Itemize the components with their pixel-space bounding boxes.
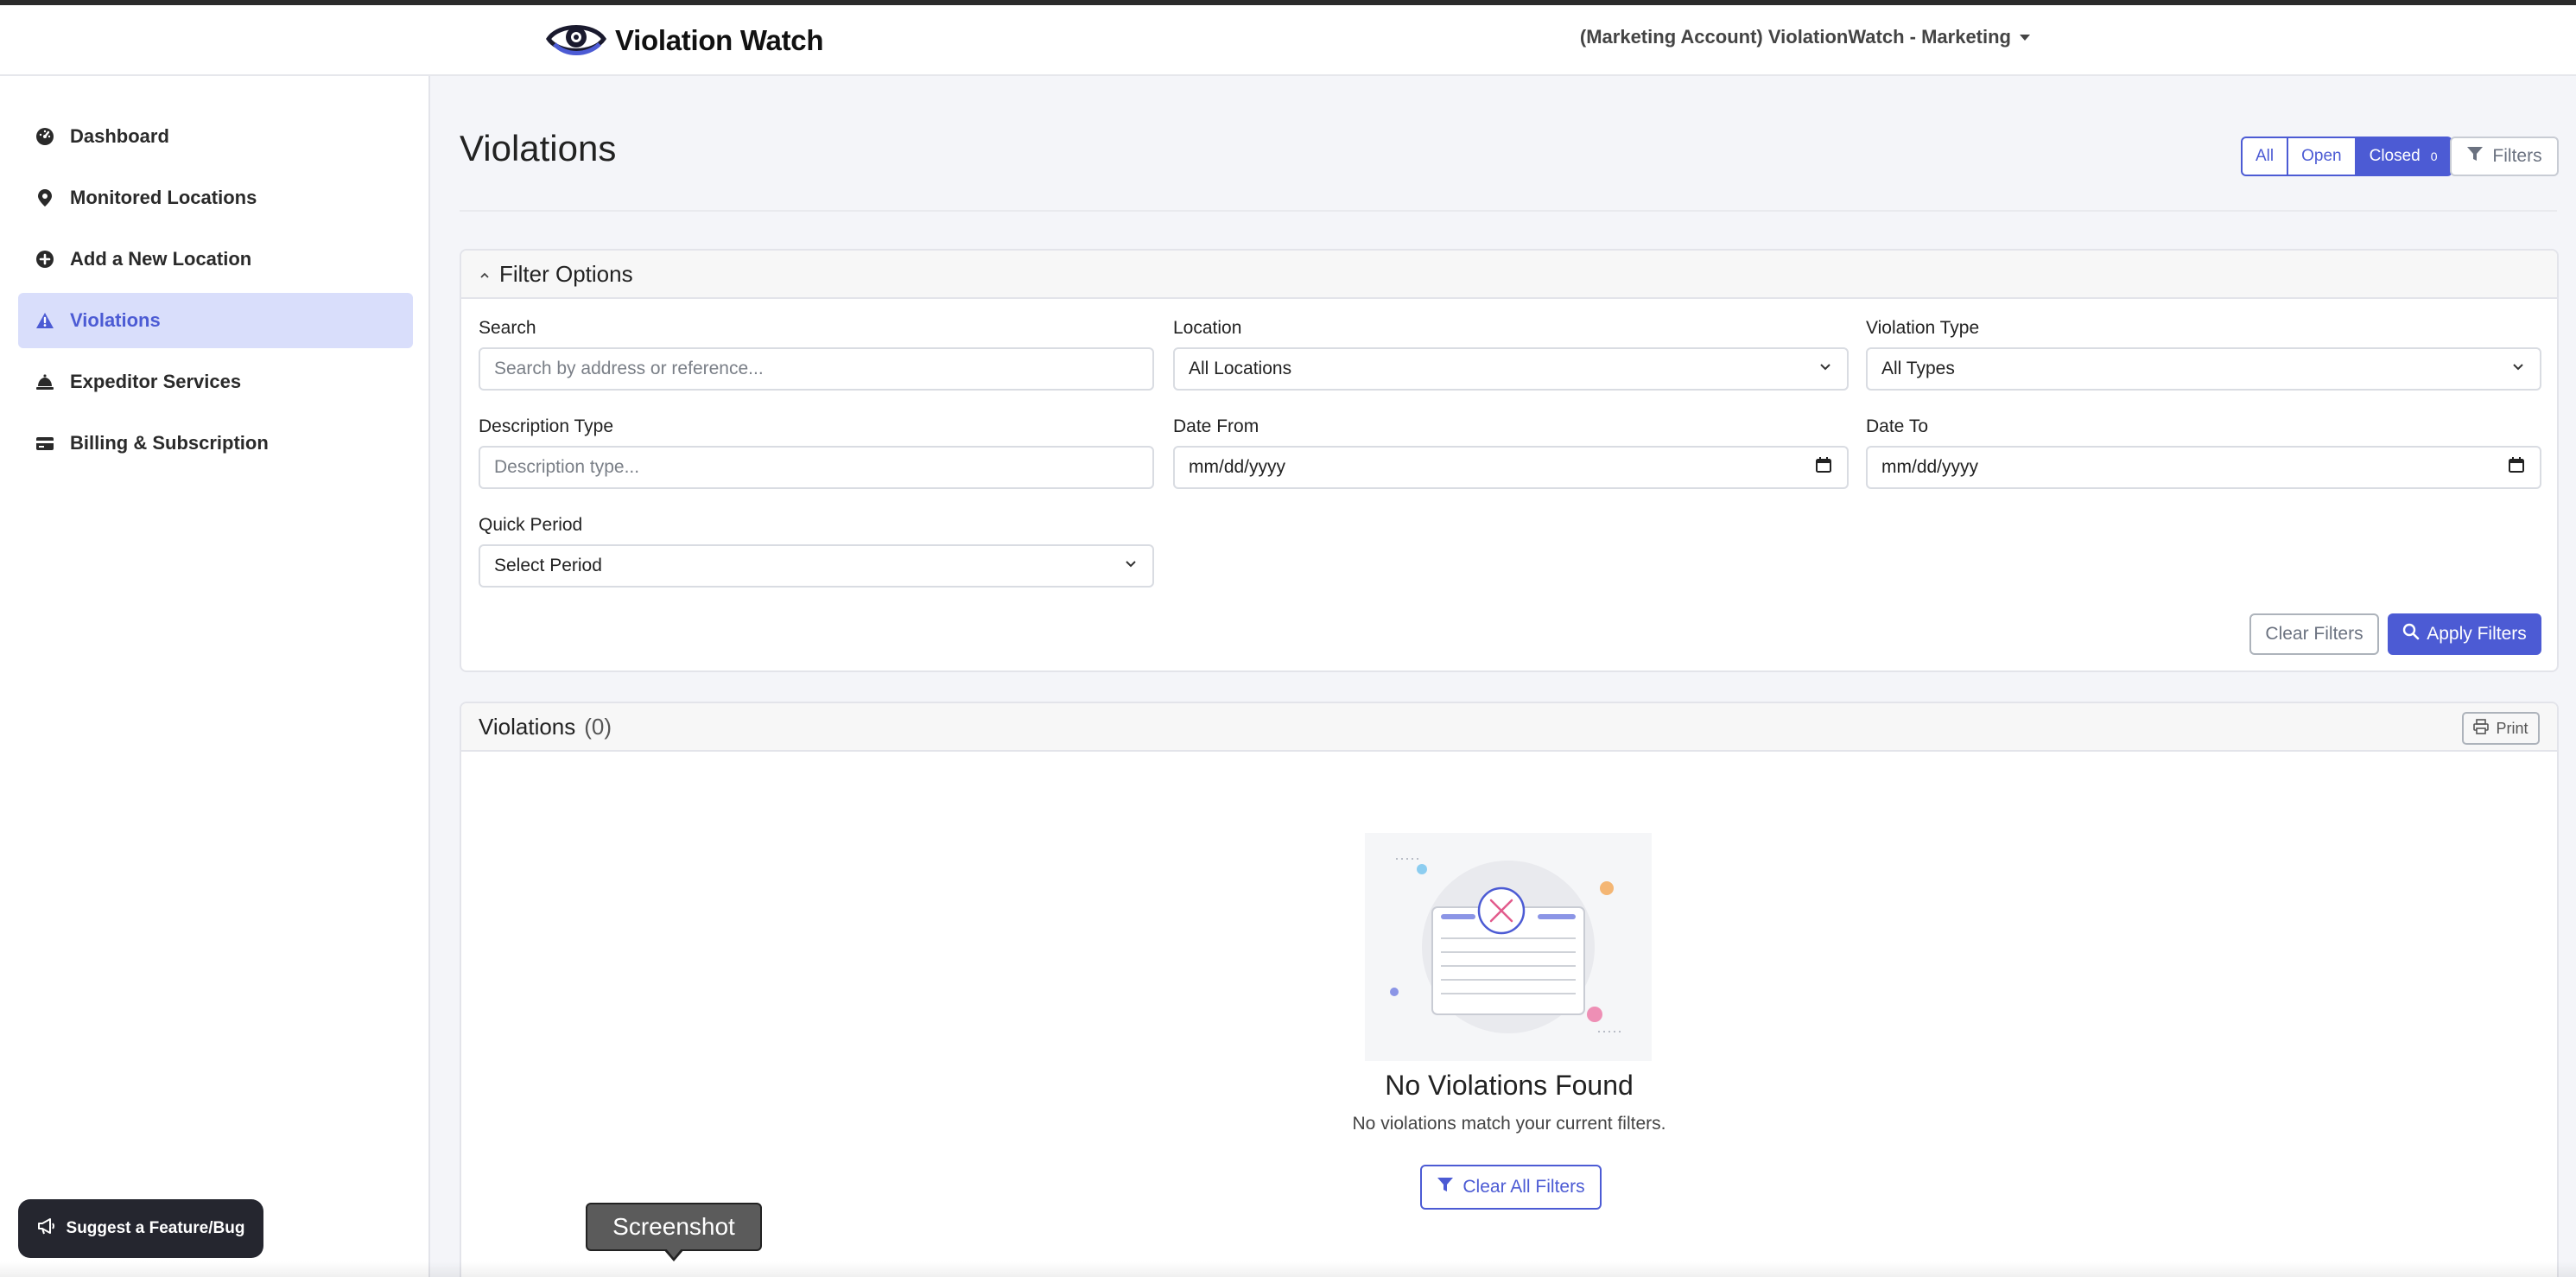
date-from-input[interactable]: mm/dd/yyyy (1173, 446, 1849, 489)
eye-logo-icon (545, 18, 607, 64)
sidebar-item-expeditor-services[interactable]: Expeditor Services (18, 354, 413, 410)
search-placeholder: Search by address or reference... (494, 359, 764, 378)
service-bell-icon (35, 372, 54, 391)
empty-state-subtitle: No violations match your current filters… (1352, 1114, 1666, 1134)
sidebar-item-dashboard[interactable]: Dashboard (18, 109, 413, 164)
sidebar-item-label: Billing & Subscription (70, 432, 269, 454)
filter-options-title: Filter Options (499, 260, 633, 287)
status-open-label: Open (2301, 147, 2342, 165)
main-content: Violations All Open Closed 0 Filters Fil… (432, 76, 2576, 1277)
location-value: All Locations (1189, 359, 1292, 378)
speedometer-icon (35, 127, 54, 146)
description-type-label: Description Type (479, 416, 614, 436)
status-closed-button[interactable]: Closed 0 (2356, 137, 2452, 176)
violations-list-card: Violations (0) Print No Violations Found… (460, 702, 2559, 1277)
closed-count-badge: 0 (2430, 149, 2438, 163)
page-title: Violations (460, 128, 617, 168)
violation-type-label: Violation Type (1866, 318, 1980, 338)
brand[interactable]: Violation Watch (545, 17, 824, 64)
date-to-label: Date To (1866, 416, 1928, 436)
quick-period-label: Quick Period (479, 515, 583, 535)
calendar-icon[interactable] (1814, 455, 1833, 480)
search-icon (2402, 623, 2420, 645)
violation-type-select[interactable]: All Types (1866, 347, 2541, 391)
funnel-icon (1437, 1176, 1454, 1198)
sidebar-item-violations[interactable]: Violations (18, 293, 413, 348)
violations-list-title: Violations (479, 713, 576, 740)
calendar-icon[interactable] (2507, 455, 2526, 480)
account-label: (Marketing Account) ViolationWatch - Mar… (1579, 26, 2011, 48)
clear-all-filters-label: Clear All Filters (1462, 1177, 1585, 1197)
screenshot-tooltip: Screenshot (586, 1203, 762, 1251)
location-label: Location (1173, 318, 1242, 338)
account-dropdown[interactable]: (Marketing Account) ViolationWatch - Mar… (1580, 26, 2030, 48)
status-open-button[interactable]: Open (2288, 137, 2357, 176)
search-label: Search (479, 318, 536, 338)
violations-count: (0) (584, 713, 612, 740)
top-navbar: Violation Watch (Marketing Account) Viol… (0, 5, 2576, 76)
location-select[interactable]: All Locations (1173, 347, 1849, 391)
sidebar-item-add-location[interactable]: Add a New Location (18, 232, 413, 287)
quick-period-select[interactable]: Select Period (479, 544, 1154, 588)
clear-filters-button[interactable]: Clear Filters (2249, 613, 2379, 655)
date-from-label: Date From (1173, 416, 1259, 436)
tooltip-text: Screenshot (612, 1213, 735, 1240)
chevron-down-icon (1123, 556, 1139, 576)
filters-label: Filters (2492, 146, 2542, 166)
warning-triangle-icon (35, 311, 54, 330)
sidebar-item-label: Monitored Locations (70, 187, 257, 208)
sidebar-item-label: Expeditor Services (70, 371, 242, 392)
sidebar-item-label: Dashboard (70, 125, 169, 147)
status-all-label: All (2256, 147, 2275, 165)
plus-circle-icon (35, 250, 54, 269)
print-label: Print (2496, 719, 2528, 737)
sidebar-item-billing[interactable]: Billing & Subscription (18, 416, 413, 471)
suggest-feature-button[interactable]: Suggest a Feature/Bug (18, 1199, 263, 1258)
filter-options-card: Filter Options Search Search by address … (460, 249, 2559, 672)
map-pin-icon (35, 188, 54, 207)
violations-list-header: Violations (0) (461, 703, 2557, 752)
date-to-input[interactable]: mm/dd/yyyy (1866, 446, 2541, 489)
status-filter-group: All Open Closed 0 (2241, 137, 2452, 176)
violation-type-value: All Types (1881, 359, 1955, 378)
clear-filters-label: Clear Filters (2265, 624, 2363, 644)
print-button[interactable]: Print (2462, 712, 2540, 745)
megaphone-icon (37, 1217, 56, 1240)
tooltip-arrow-fill (666, 1248, 682, 1258)
description-type-input[interactable]: Description type... (479, 446, 1154, 489)
suggest-label: Suggest a Feature/Bug (66, 1219, 245, 1237)
date-from-value: mm/dd/yyyy (1189, 457, 1286, 477)
bottom-shade (0, 1261, 2576, 1277)
apply-filters-label: Apply Filters (2427, 624, 2527, 644)
status-closed-label: Closed (2369, 147, 2421, 165)
funnel-icon (2466, 145, 2484, 168)
sidebar: Dashboard Monitored Locations Add a New … (0, 76, 430, 1277)
chevron-down-icon (2510, 359, 2526, 379)
chevron-down-icon (1818, 359, 1833, 379)
credit-card-icon (35, 434, 54, 453)
caret-down-icon (2020, 34, 2030, 41)
sidebar-item-monitored-locations[interactable]: Monitored Locations (18, 170, 413, 226)
status-all-button[interactable]: All (2241, 137, 2289, 176)
printer-icon (2473, 718, 2490, 739)
title-divider (460, 210, 2557, 212)
brand-name: Violation Watch (615, 24, 824, 56)
empty-state-title: No Violations Found (1385, 1070, 1634, 1101)
date-to-value: mm/dd/yyyy (1881, 457, 1979, 477)
chevron-up-icon (479, 261, 491, 288)
clear-all-filters-button[interactable]: Clear All Filters (1420, 1165, 1602, 1210)
sidebar-item-label: Add a New Location (70, 248, 252, 270)
apply-filters-button[interactable]: Apply Filters (2388, 613, 2541, 655)
sidebar-item-label: Violations (70, 309, 161, 331)
quick-period-value: Select Period (494, 556, 602, 575)
description-type-placeholder: Description type... (494, 457, 640, 477)
no-results-illustration (1365, 833, 1652, 1061)
filter-options-header[interactable]: Filter Options (461, 251, 2557, 299)
filters-toggle-button[interactable]: Filters (2450, 137, 2559, 176)
search-input[interactable]: Search by address or reference... (479, 347, 1154, 391)
